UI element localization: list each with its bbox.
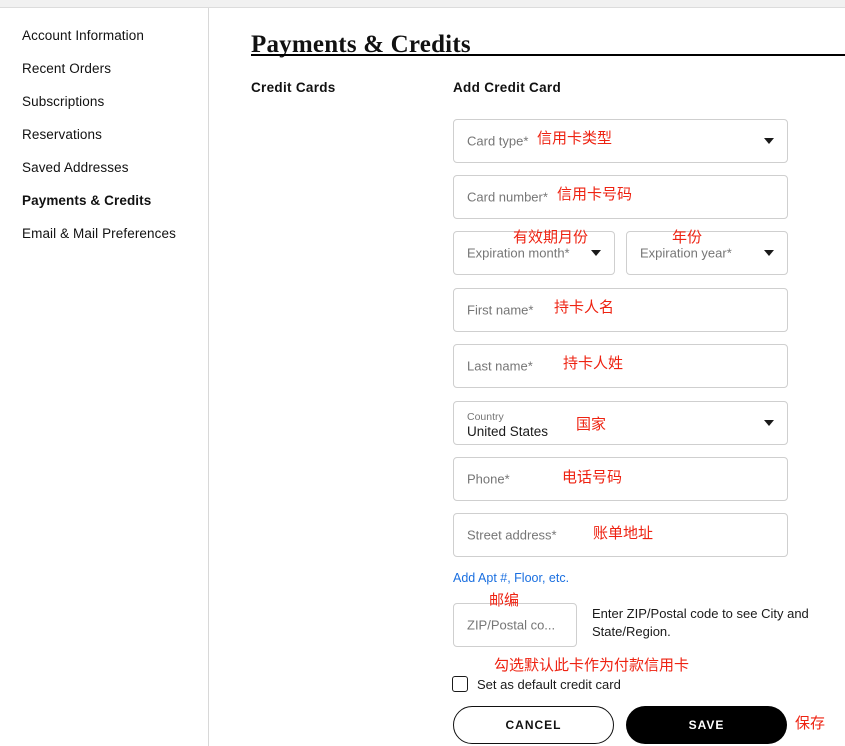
sidebar-item-account-information[interactable]: Account Information	[22, 28, 144, 44]
annotation-overlay: 账单地址	[593, 525, 654, 542]
sidebar-divider	[208, 8, 209, 746]
title-rule	[251, 54, 845, 56]
annotation-overlay: 有效期月份	[513, 229, 589, 246]
annotation-overlay: 持卡人名	[554, 299, 615, 316]
sidebar-item-subscriptions[interactable]: Subscriptions	[22, 94, 104, 110]
sidebar-item-recent-orders[interactable]: Recent Orders	[22, 61, 111, 77]
sidebar-item-saved-addresses[interactable]: Saved Addresses	[22, 160, 129, 176]
annotation-overlay: 信用卡号码	[557, 186, 633, 203]
annotation-overlay: 国家	[576, 416, 607, 433]
credit-cards-heading: Credit Cards	[251, 80, 336, 95]
annotation-overlay: 勾选默认此卡作为付款信用卡	[494, 657, 690, 674]
account-sidebar: Account Information Recent Orders Subscrip…	[0, 8, 208, 746]
zip-helper-text: Enter ZIP/Postal code to see City and St…	[592, 606, 809, 639]
set-default-card-row[interactable]: Set as default credit card	[452, 676, 621, 692]
set-default-card-checkbox[interactable]	[452, 676, 468, 692]
chevron-down-icon	[764, 420, 774, 426]
annotation-overlay: 信用卡类型	[537, 130, 613, 147]
phone-label: Phone*	[467, 471, 510, 487]
card-type-label: Card type*	[467, 133, 529, 149]
add-apt-link[interactable]: Add Apt #, Floor, etc.	[453, 571, 569, 585]
annotation-overlay: 持卡人姓	[563, 355, 624, 372]
annotation-overlay: 电话号码	[562, 469, 623, 486]
country-value: United States	[467, 424, 549, 439]
expiration-year-label: Expiration year*	[640, 245, 732, 261]
set-default-card-label: Set as default credit card	[477, 676, 621, 692]
country-label: Country	[467, 411, 504, 423]
cancel-button[interactable]: CANCEL	[453, 706, 614, 744]
card-type-select[interactable]: Card type*	[453, 119, 788, 163]
card-number-label: Card number*	[467, 189, 548, 205]
chevron-down-icon	[764, 138, 774, 144]
add-credit-card-heading: Add Credit Card	[453, 80, 562, 95]
first-name-label: First name*	[467, 302, 534, 318]
sidebar-item-email-mail-preferences[interactable]: Email & Mail Preferences	[22, 226, 176, 242]
annotation-overlay: 年份	[672, 229, 703, 246]
last-name-label: Last name*	[467, 358, 533, 374]
chevron-down-icon	[591, 250, 601, 256]
annotation-overlay: 保存	[795, 715, 826, 732]
street-address-label: Street address*	[467, 527, 557, 543]
zip-input[interactable]: ZIP/Postal co...	[453, 603, 577, 647]
sidebar-item-payments-credits[interactable]: Payments & Credits	[22, 193, 151, 209]
sidebar-item-reservations[interactable]: Reservations	[22, 127, 102, 143]
country-select[interactable]: Country United States	[453, 401, 788, 445]
zip-label: ZIP/Postal co...	[467, 617, 556, 633]
first-name-input[interactable]: First name*	[453, 288, 788, 332]
annotation-overlay: 邮编	[489, 592, 520, 609]
save-button[interactable]: SAVE	[626, 706, 787, 744]
chevron-down-icon	[764, 250, 774, 256]
expiration-month-label: Expiration month*	[467, 245, 570, 261]
browser-chrome-strip	[0, 0, 845, 7]
expiration-year-select[interactable]: Expiration year*	[626, 231, 788, 275]
